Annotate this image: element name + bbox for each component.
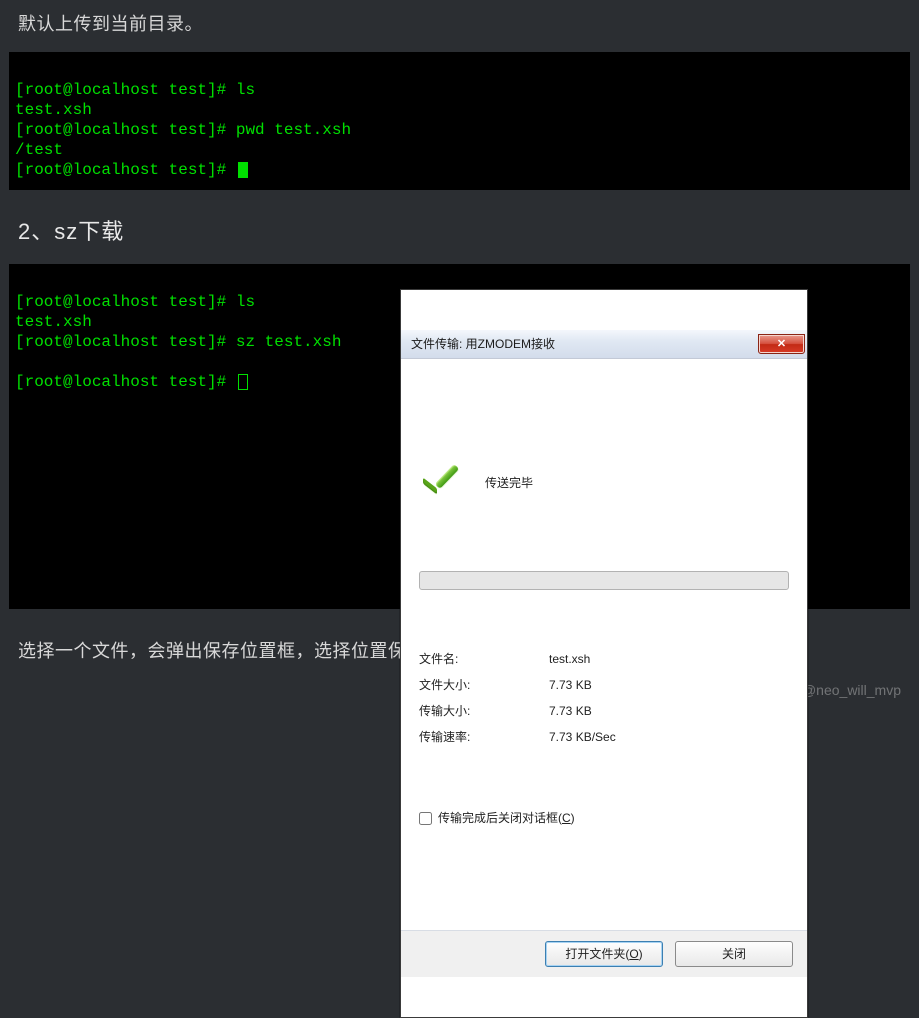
dialog-title: 文件传输: 用ZMODEM接收 [411, 334, 758, 354]
checkmark-icon [423, 465, 459, 501]
cursor-icon [238, 162, 248, 178]
term1-line1: [root@localhost test]# ls [15, 81, 255, 99]
info-table: 文件名: test.xsh 文件大小: 7.73 KB 传输大小: 7.73 K… [419, 646, 789, 750]
close-icon[interactable]: ✕ [758, 334, 805, 354]
filesize-value: 7.73 KB [549, 672, 789, 698]
term1-line5: [root@localhost test]# [15, 161, 248, 179]
term2-line5: [root@localhost test]# [15, 373, 248, 391]
terminal-block-2: [root@localhost test]# ls test.xsh [root… [9, 264, 910, 609]
cursor-icon [238, 374, 248, 390]
table-row: 传输速率: 7.73 KB/Sec [419, 724, 789, 750]
speed-label: 传输速率: [419, 724, 549, 750]
file-transfer-dialog: 文件传输: 用ZMODEM接收 ✕ 传送完毕 文件名: test.xsh [400, 289, 808, 1018]
xfersize-label: 传输大小: [419, 698, 549, 724]
speed-value: 7.73 KB/Sec [549, 724, 789, 750]
xfersize-value: 7.73 KB [549, 698, 789, 724]
intro-paragraph: 默认上传到当前目录。 [18, 10, 901, 36]
close-on-complete-checkbox[interactable] [419, 812, 432, 825]
term2-line1: [root@localhost test]# ls [15, 293, 255, 311]
progress-bar [419, 571, 789, 590]
filesize-label: 文件大小: [419, 672, 549, 698]
table-row: 传输大小: 7.73 KB [419, 698, 789, 724]
table-row: 文件大小: 7.73 KB [419, 672, 789, 698]
term1-line4: /test [15, 141, 63, 159]
term2-line3: [root@localhost test]# sz test.xsh [15, 333, 341, 351]
filename-value: test.xsh [549, 646, 789, 672]
dialog-titlebar[interactable]: 文件传输: 用ZMODEM接收 ✕ [401, 330, 807, 359]
filename-label: 文件名: [419, 646, 549, 672]
close-on-complete-label: 传输完成后关闭对话框(C) [438, 808, 575, 828]
status-text: 传送完毕 [485, 473, 533, 493]
term1-line3: [root@localhost test]# pwd test.xsh [15, 121, 351, 139]
close-button[interactable]: 关闭 [675, 941, 793, 967]
terminal-block-1: [root@localhost test]# ls test.xsh [root… [9, 52, 910, 190]
term1-line2: test.xsh [15, 101, 92, 119]
open-folder-button[interactable]: 打开文件夹(O) [545, 941, 663, 967]
table-row: 文件名: test.xsh [419, 646, 789, 672]
term2-line2: test.xsh [15, 313, 92, 331]
section-heading: 2、sz下载 [18, 214, 901, 246]
